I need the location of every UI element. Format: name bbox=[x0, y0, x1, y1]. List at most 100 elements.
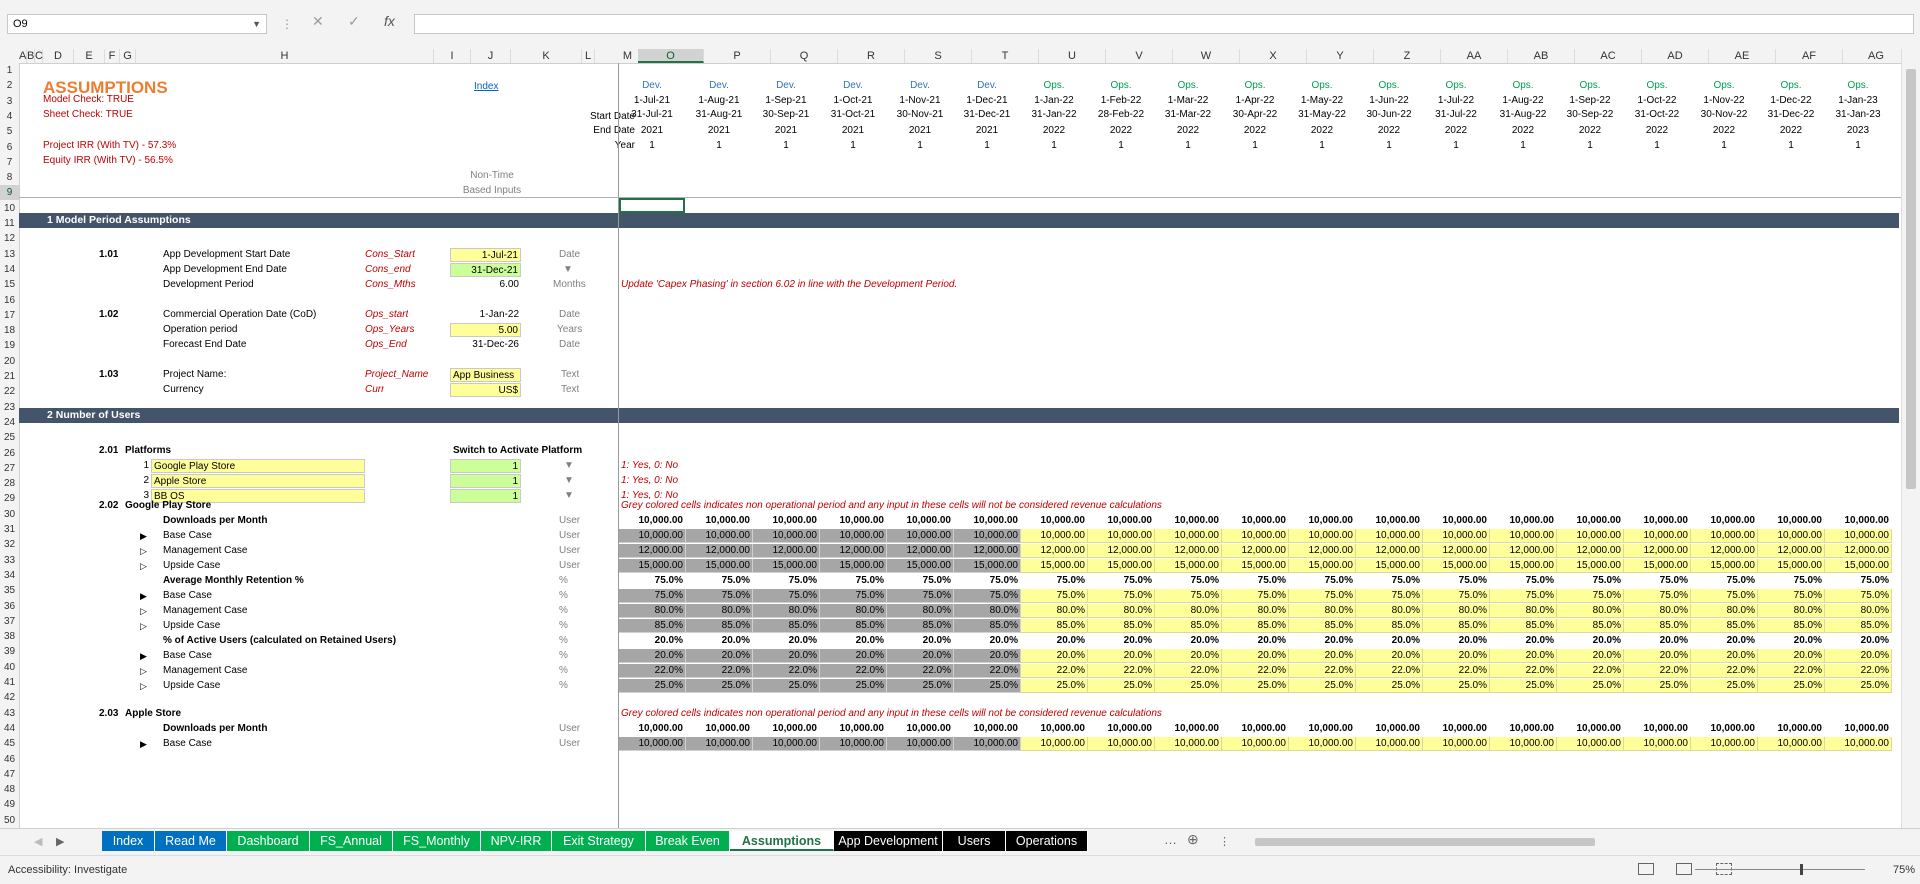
case-input-cell[interactable]: 85.0% bbox=[1691, 619, 1758, 633]
case-input-cell[interactable]: 25.0% bbox=[1155, 679, 1222, 693]
case-input-cell[interactable]: 85.0% bbox=[1222, 619, 1289, 633]
row-header[interactable]: 47 bbox=[0, 767, 19, 782]
selected-case-icon[interactable]: ▶ bbox=[140, 589, 147, 603]
row-header[interactable]: 1 bbox=[0, 63, 19, 78]
chevron-down-icon[interactable]: ▼ bbox=[563, 263, 573, 277]
case-option-icon[interactable]: ▷ bbox=[140, 664, 147, 678]
case-input-cell[interactable]: 10,000.00 bbox=[954, 737, 1021, 751]
case-input-cell[interactable]: 25.0% bbox=[1624, 679, 1691, 693]
case-option-icon[interactable]: ▷ bbox=[140, 604, 147, 618]
column-header-w[interactable]: W bbox=[1173, 49, 1240, 63]
case-input-cell[interactable]: 12,000.00 bbox=[686, 544, 753, 558]
case-input-cell[interactable]: 12,000.00 bbox=[820, 544, 887, 558]
case-input-cell[interactable]: 20.0% bbox=[1758, 649, 1825, 663]
row-header[interactable]: 32 bbox=[0, 537, 19, 552]
case-option-icon[interactable]: ▷ bbox=[140, 679, 147, 693]
case-input-cell[interactable]: 85.0% bbox=[954, 619, 1021, 633]
case-input-cell[interactable]: 20.0% bbox=[820, 649, 887, 663]
case-input-cell[interactable]: 25.0% bbox=[1423, 679, 1490, 693]
row-header[interactable]: 14 bbox=[0, 262, 19, 277]
column-header-af[interactable]: AF bbox=[1776, 49, 1843, 63]
column-header-z[interactable]: Z bbox=[1374, 49, 1441, 63]
platform-name-input[interactable]: Apple Store bbox=[151, 474, 365, 488]
case-input-cell[interactable]: 15,000.00 bbox=[820, 559, 887, 573]
case-input-cell[interactable]: 85.0% bbox=[1155, 619, 1222, 633]
row-header[interactable]: 25 bbox=[0, 430, 19, 445]
case-input-cell[interactable]: 75.0% bbox=[686, 589, 753, 603]
case-input-cell[interactable]: 10,000.00 bbox=[686, 529, 753, 543]
case-input-cell[interactable]: 75.0% bbox=[619, 589, 686, 603]
case-input-cell[interactable]: 15,000.00 bbox=[1356, 559, 1423, 573]
case-input-cell[interactable]: 10,000.00 bbox=[1356, 529, 1423, 543]
row-header[interactable]: 13 bbox=[0, 247, 19, 262]
case-input-cell[interactable]: 25.0% bbox=[820, 679, 887, 693]
case-input-cell[interactable]: 12,000.00 bbox=[753, 544, 820, 558]
case-input-cell[interactable]: 85.0% bbox=[1758, 619, 1825, 633]
case-input-cell[interactable]: 22.0% bbox=[954, 664, 1021, 678]
case-input-cell[interactable]: 75.0% bbox=[1021, 589, 1088, 603]
case-input-cell[interactable]: 10,000.00 bbox=[1222, 529, 1289, 543]
case-input-cell[interactable]: 12,000.00 bbox=[1624, 544, 1691, 558]
case-input-cell[interactable]: 80.0% bbox=[1155, 604, 1222, 618]
case-input-cell[interactable]: 85.0% bbox=[753, 619, 820, 633]
column-header-i[interactable]: I bbox=[434, 49, 471, 63]
case-input-cell[interactable]: 75.0% bbox=[1490, 589, 1557, 603]
case-input-cell[interactable]: 80.0% bbox=[1356, 604, 1423, 618]
more-options-icon[interactable]: ⋮ bbox=[281, 17, 293, 31]
case-input-cell[interactable]: 75.0% bbox=[1557, 589, 1624, 603]
case-input-cell[interactable]: 75.0% bbox=[954, 589, 1021, 603]
scroll-thumb[interactable] bbox=[1255, 838, 1595, 846]
row-header[interactable]: 41 bbox=[0, 675, 19, 690]
column-header-a[interactable]: A bbox=[19, 49, 27, 63]
row-header[interactable]: 37 bbox=[0, 614, 19, 629]
case-input-cell[interactable]: 15,000.00 bbox=[1222, 559, 1289, 573]
column-header-g[interactable]: G bbox=[120, 49, 136, 63]
scroll-thumb[interactable] bbox=[1906, 69, 1916, 489]
row-header[interactable]: 50 bbox=[0, 813, 19, 828]
case-input-cell[interactable]: 22.0% bbox=[1490, 664, 1557, 678]
case-input-cell[interactable]: 80.0% bbox=[1222, 604, 1289, 618]
column-header-q[interactable]: Q bbox=[771, 49, 838, 63]
case-input-cell[interactable]: 12,000.00 bbox=[1021, 544, 1088, 558]
case-input-cell[interactable]: 12,000.00 bbox=[1356, 544, 1423, 558]
case-input-cell[interactable]: 12,000.00 bbox=[1557, 544, 1624, 558]
case-input-cell[interactable]: 20.0% bbox=[1155, 649, 1222, 663]
column-header-b[interactable]: B bbox=[27, 49, 35, 63]
case-input-cell[interactable]: 80.0% bbox=[954, 604, 1021, 618]
row-header[interactable]: 36 bbox=[0, 599, 19, 614]
case-input-cell[interactable]: 15,000.00 bbox=[1691, 559, 1758, 573]
row-header[interactable]: 20 bbox=[0, 354, 19, 369]
row-header[interactable]: 4 bbox=[0, 109, 19, 124]
row-header[interactable]: 12 bbox=[0, 231, 19, 246]
case-input-cell[interactable]: 75.0% bbox=[1624, 589, 1691, 603]
column-header-p[interactable]: P bbox=[704, 49, 771, 63]
case-input-cell[interactable]: 10,000.00 bbox=[820, 529, 887, 543]
row-header[interactable]: 15 bbox=[0, 277, 19, 292]
platform-name-input[interactable]: Google Play Store bbox=[151, 459, 365, 473]
row-header[interactable]: 45 bbox=[0, 736, 19, 751]
case-input-cell[interactable]: 20.0% bbox=[1825, 649, 1892, 663]
case-input-cell[interactable]: 12,000.00 bbox=[1222, 544, 1289, 558]
case-input-cell[interactable]: 12,000.00 bbox=[887, 544, 954, 558]
row-header[interactable]: 44 bbox=[0, 721, 19, 736]
case-input-cell[interactable]: 15,000.00 bbox=[753, 559, 820, 573]
sheet-tab[interactable]: Dashboard bbox=[227, 831, 310, 851]
zoom-level[interactable]: 75% bbox=[1893, 864, 1915, 876]
case-input-cell[interactable]: 15,000.00 bbox=[1021, 559, 1088, 573]
case-input-cell[interactable]: 10,000.00 bbox=[1088, 529, 1155, 543]
case-input-cell[interactable]: 25.0% bbox=[686, 679, 753, 693]
scroll-left-icon[interactable]: ◀ bbox=[34, 835, 42, 848]
case-input-cell[interactable]: 20.0% bbox=[1624, 649, 1691, 663]
column-header-t[interactable]: T bbox=[972, 49, 1039, 63]
case-input-cell[interactable]: 22.0% bbox=[619, 664, 686, 678]
case-input-cell[interactable]: 85.0% bbox=[1557, 619, 1624, 633]
case-input-cell[interactable]: 10,000.00 bbox=[1825, 529, 1892, 543]
row-header[interactable]: 10 bbox=[0, 201, 19, 216]
column-header-ac[interactable]: AC bbox=[1575, 49, 1642, 63]
row-header[interactable]: 34 bbox=[0, 568, 19, 583]
row-header[interactable]: 46 bbox=[0, 752, 19, 767]
column-header-k[interactable]: K bbox=[511, 49, 582, 63]
case-input-cell[interactable]: 80.0% bbox=[820, 604, 887, 618]
row-header[interactable]: 24 bbox=[0, 415, 19, 430]
row-header[interactable]: 29 bbox=[0, 491, 19, 506]
